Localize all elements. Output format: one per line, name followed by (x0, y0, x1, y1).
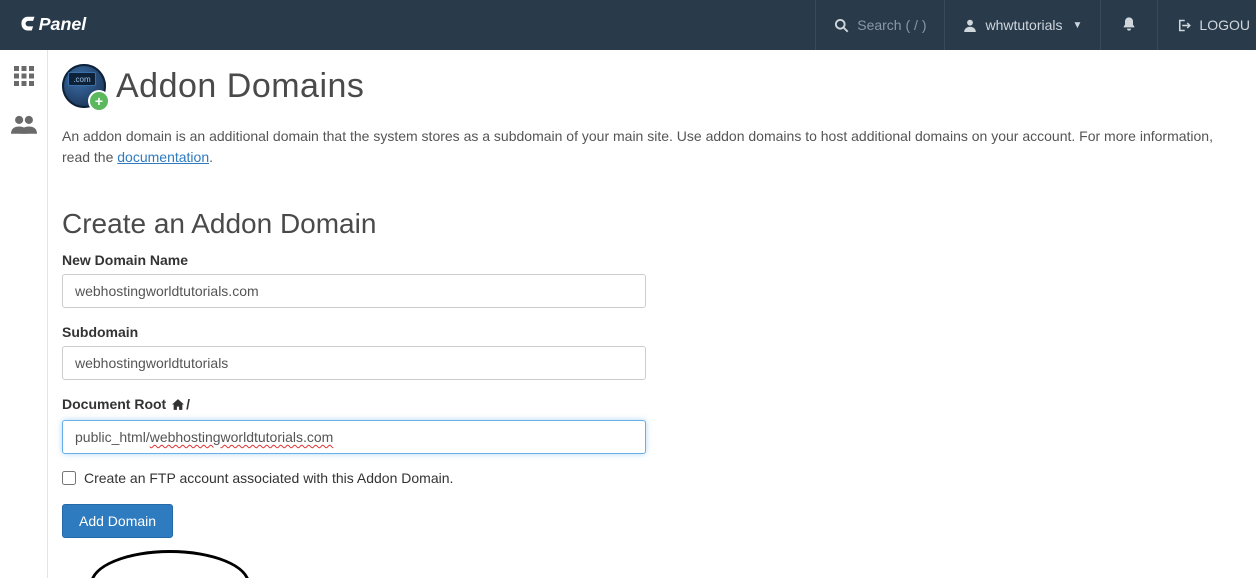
addon-domains-icon: .com + (62, 64, 106, 108)
documentation-link[interactable]: documentation (117, 149, 209, 165)
document-root-group: Document Root / public_html/webhostingwo… (62, 396, 1242, 454)
navbar-search[interactable]: Search ( / ) (815, 0, 944, 50)
cpanel-logo[interactable]: Panel (18, 0, 128, 50)
add-domain-button[interactable]: Add Domain (62, 504, 173, 538)
left-sidebar (0, 50, 48, 578)
sidebar-apps-icon[interactable] (12, 64, 36, 93)
main-content: .com + Addon Domains An addon domain is … (48, 50, 1256, 578)
page-header: .com + Addon Domains (62, 64, 1242, 108)
navbar-username: whwtutorials (985, 17, 1062, 33)
ftp-checkbox-label: Create an FTP account associated with th… (84, 470, 453, 486)
top-navbar: Panel Search ( / ) whwtutorials ▼ LOGOU (0, 0, 1256, 50)
subdomain-input[interactable] (62, 346, 646, 380)
intro-text: An addon domain is an additional domain … (62, 126, 1242, 168)
document-root-label: Document Root / (62, 396, 1242, 414)
ftp-checkbox[interactable] (62, 471, 76, 485)
subdomain-label: Subdomain (62, 324, 1242, 340)
navbar-user-menu[interactable]: whwtutorials ▼ (944, 0, 1100, 50)
search-placeholder-text: Search ( / ) (857, 17, 926, 33)
page-title: Addon Domains (116, 67, 364, 106)
annotation-circle (90, 550, 250, 578)
new-domain-label: New Domain Name (62, 252, 1242, 268)
logout-label: LOGOU (1199, 17, 1250, 33)
search-icon (834, 18, 849, 33)
home-icon (171, 398, 185, 414)
bell-icon (1121, 16, 1137, 35)
section-title: Create an Addon Domain (62, 208, 1242, 240)
sidebar-users-icon[interactable] (11, 113, 37, 140)
new-domain-input[interactable] (62, 274, 646, 308)
logout-icon (1176, 18, 1191, 33)
ftp-checkbox-row: Create an FTP account associated with th… (62, 470, 1242, 486)
subdomain-group: Subdomain (62, 324, 1242, 380)
svg-text:Panel: Panel (39, 14, 88, 34)
navbar-logout[interactable]: LOGOU (1157, 0, 1256, 50)
document-root-input[interactable]: public_html/webhostingworldtutorials.com (62, 420, 646, 454)
chevron-down-icon: ▼ (1073, 20, 1083, 31)
user-icon (963, 18, 977, 32)
plus-badge-icon: + (90, 92, 108, 110)
new-domain-group: New Domain Name (62, 252, 1242, 308)
navbar-notifications[interactable] (1100, 0, 1157, 50)
